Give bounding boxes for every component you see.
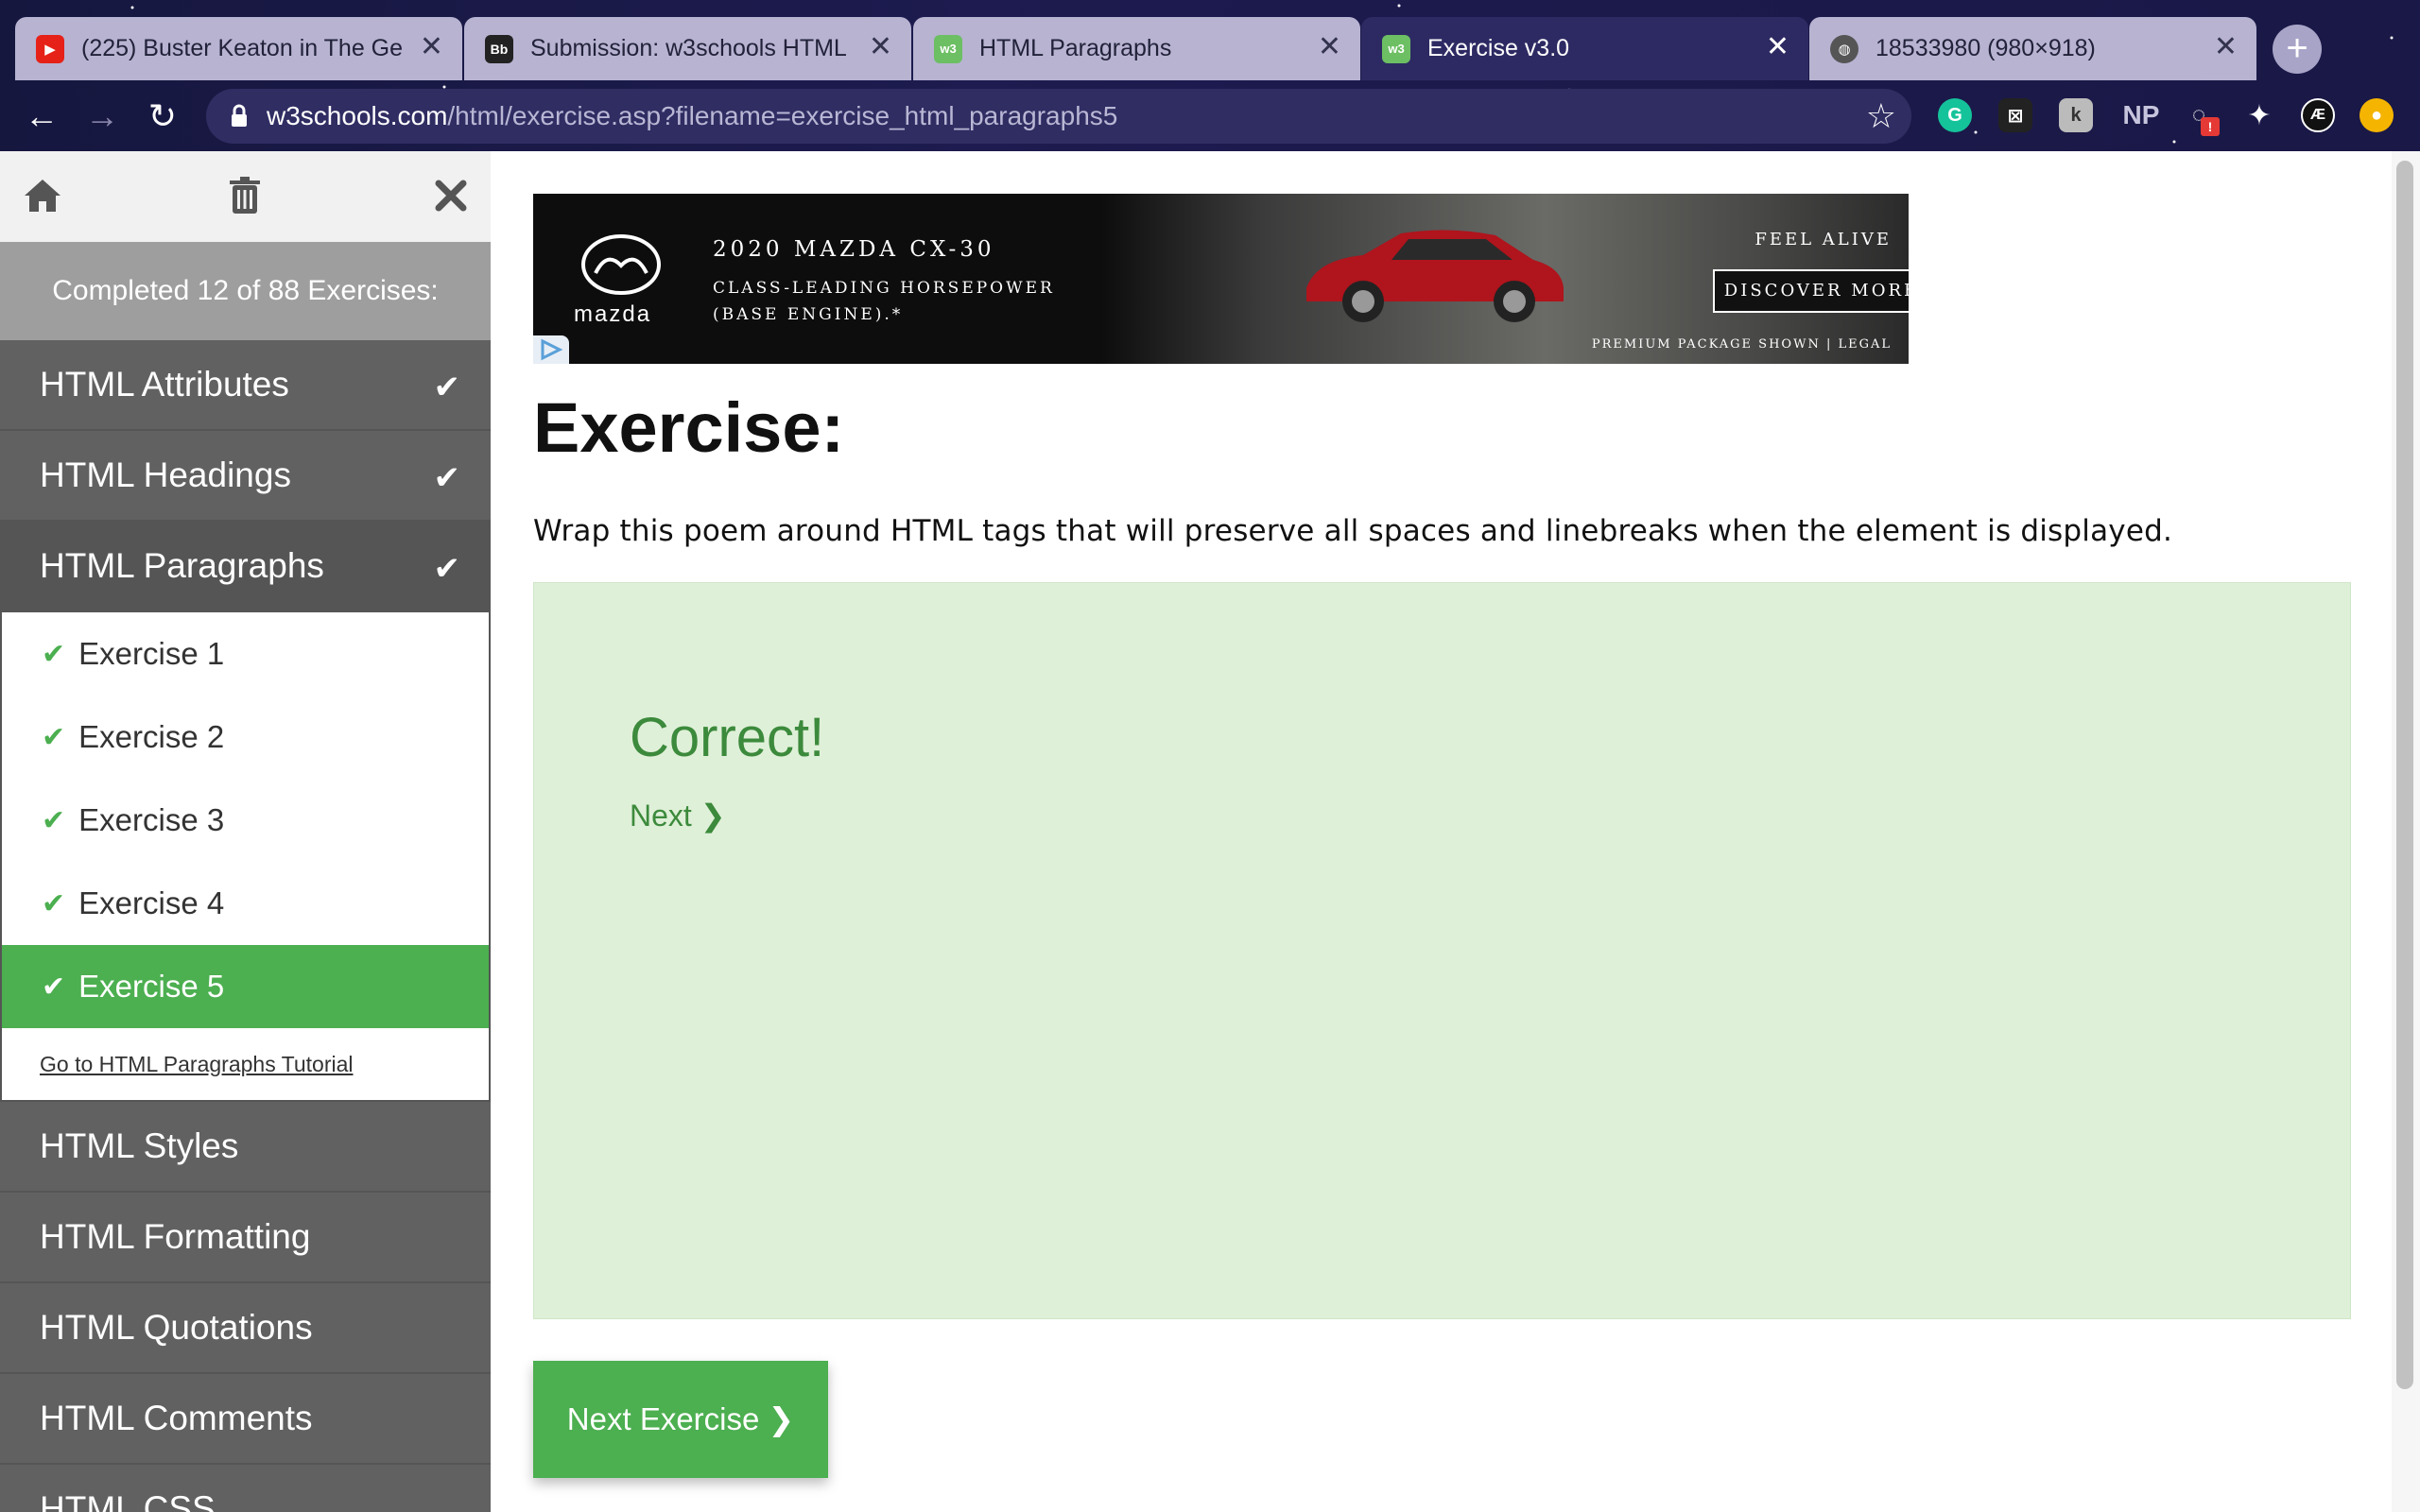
exercise-list: ✔ Exercise 1 ✔ Exercise 2 ✔ Exercise 3 ✔ Exe… [0,612,491,1102]
check-icon: ✔ [42,638,66,670]
tutorial-link[interactable]: Go to HTML Paragraphs Tutorial [2,1028,489,1100]
np-extension-icon[interactable]: NP [2118,98,2165,132]
check-icon: ✔ [433,460,461,496]
result-panel: Correct! Next ❯ [533,582,2351,1319]
blackboard-icon: Bb [485,34,513,63]
sidebar-item-html-quotations[interactable]: HTML Quotations [0,1283,491,1374]
ad-headline: 2020 MAZDA CX-30 [713,237,995,262]
tab-youtube[interactable]: ▶ (225) Buster Keaton in The Ge ✕ [15,17,462,80]
w3schools-icon: w3 [1382,34,1410,63]
check-icon: ✔ [433,551,461,587]
check-icon: ✔ [42,887,66,919]
browser-chrome: ▶ (225) Buster Keaton in The Ge ✕ Bb Sub… [0,0,2420,151]
sidebar-item-html-styles[interactable]: HTML Styles [0,1102,491,1193]
ad-brand: mazda [574,301,652,327]
grammarly-icon[interactable]: G [1938,98,1972,132]
puzzle-icon[interactable]: ✦ [2242,98,2276,132]
extension-icon[interactable]: Æ [2301,98,2335,132]
exercise-item-5[interactable]: ✔ Exercise 5 [2,945,489,1028]
home-icon[interactable] [19,172,66,219]
exercise-item-3[interactable]: ✔ Exercise 3 [2,779,489,862]
check-icon: ✔ [42,971,66,1003]
forward-icon[interactable]: → [83,97,121,135]
sidebar-item-html-formatting[interactable]: HTML Formatting [0,1193,491,1283]
close-icon[interactable] [427,172,475,219]
w3schools-icon: w3 [934,34,962,63]
close-tab-icon[interactable]: ✕ [869,33,892,61]
reload-icon[interactable]: ↻ [144,97,182,135]
ad-tagline: FEEL ALIVE [1754,230,1892,249]
exercise-item-2[interactable]: ✔ Exercise 2 [2,696,489,779]
correct-message: Correct! [630,707,825,768]
ad-subline: CLASS-LEADING HORSEPOWER (BASE ENGINE).* [713,279,1055,324]
tab-exercise[interactable]: w3 Exercise v3.0 ✕ [1361,17,1808,80]
scrollbar-thumb[interactable] [2396,161,2413,1389]
profile-icon[interactable]: ● [2360,98,2394,132]
tab-submission[interactable]: Bb Submission: w3schools HTML ✕ [464,17,911,80]
exercise-title: Exercise: [533,388,845,467]
close-tab-icon[interactable]: ✕ [2214,33,2238,61]
discover-more-button[interactable]: DISCOVER MORE [1713,269,1909,313]
alert-badge: ! [2201,117,2220,136]
tab-html-paragraphs[interactable]: w3 HTML Paragraphs ✕ [913,17,1360,80]
exercise-item-4[interactable]: ✔ Exercise 4 [2,862,489,945]
exercise-instruction: Wrap this poem around HTML tags that wil… [533,514,2173,548]
tab-image[interactable]: ◍ 18533980 (980×918) ✕ [1809,17,2256,80]
youtube-icon: ▶ [36,34,64,63]
sidebar-item-html-css[interactable]: HTML CSS [0,1465,491,1512]
sidebar-item-html-attributes[interactable]: HTML Attributes ✔ [0,340,491,431]
extension-icon[interactable]: ⊠ [1998,98,2032,132]
new-tab-button[interactable]: + [2273,25,2322,74]
extension-alert-icon[interactable]: ◌ ! [2182,98,2220,136]
check-icon: ✔ [42,804,66,836]
globe-icon: ◍ [1830,34,1858,63]
car-image [1306,230,1564,322]
lock-icon[interactable] [225,102,253,130]
next-exercise-button[interactable]: Next Exercise ❯ [533,1361,828,1478]
mazda-logo [581,234,661,295]
trash-icon[interactable] [221,172,268,219]
close-tab-icon[interactable]: ✕ [1318,33,1341,61]
sidebar-toolbar [0,151,491,242]
bookmark-star-icon[interactable]: ☆ [1866,96,1896,136]
advertisement-banner[interactable]: mazda 2020 MAZDA CX-30 CLASS-LEADING HOR… [533,194,1909,364]
address-bar[interactable]: w3schools.com/html/exercise.asp?filename… [206,89,1911,144]
close-tab-icon[interactable]: ✕ [420,33,443,61]
extension-icon[interactable]: k [2059,98,2093,132]
ad-legal[interactable]: PREMIUM PACKAGE SHOWN | LEGAL [1592,337,1892,352]
close-tab-icon[interactable]: ✕ [1766,33,1789,61]
sidebar-item-html-paragraphs[interactable]: HTML Paragraphs ✔ [0,522,491,612]
completed-counter: Completed 12 of 88 Exercises: [0,242,491,340]
next-link[interactable]: Next ❯ [630,798,726,833]
adchoices-icon[interactable] [533,335,569,364]
main-content: mazda 2020 MAZDA CX-30 CLASS-LEADING HOR… [491,151,2392,1512]
check-icon: ✔ [42,721,66,753]
exercise-sidebar: Completed 12 of 88 Exercises: HTML Attri… [0,151,491,1512]
sidebar-item-html-comments[interactable]: HTML Comments [0,1374,491,1465]
sidebar-item-html-headings[interactable]: HTML Headings ✔ [0,431,491,522]
check-icon: ✔ [433,369,461,405]
back-icon[interactable]: ← [23,97,60,135]
url-text: w3schools.com/html/exercise.asp?filename… [267,101,1118,130]
scrollbar[interactable] [2392,151,2420,1512]
exercise-item-1[interactable]: ✔ Exercise 1 [2,612,489,696]
